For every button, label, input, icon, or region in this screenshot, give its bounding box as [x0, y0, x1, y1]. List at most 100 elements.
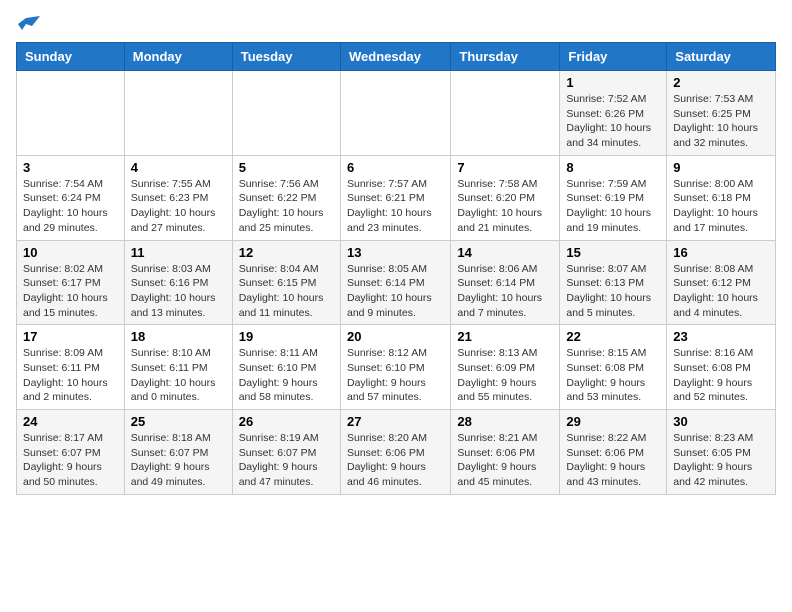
- day-number: 16: [673, 245, 769, 260]
- calendar-cell: 14 Sunrise: 8:06 AM Sunset: 6:14 PM Dayli…: [451, 240, 560, 325]
- day-info: Sunrise: 8:22 AM Sunset: 6:06 PM Dayligh…: [566, 431, 660, 490]
- calendar-week-row: 24 Sunrise: 8:17 AM Sunset: 6:07 PM Dayli…: [17, 410, 776, 495]
- calendar-dow-sunday: Sunday: [17, 43, 125, 71]
- day-info: Sunrise: 8:16 AM Sunset: 6:08 PM Dayligh…: [673, 346, 769, 405]
- day-number: 26: [239, 414, 334, 429]
- calendar-week-row: 1 Sunrise: 7:52 AM Sunset: 6:26 PM Daylig…: [17, 71, 776, 156]
- calendar-cell: 18 Sunrise: 8:10 AM Sunset: 6:11 PM Dayli…: [124, 325, 232, 410]
- day-info: Sunrise: 8:05 AM Sunset: 6:14 PM Dayligh…: [347, 262, 444, 321]
- calendar-cell: 16 Sunrise: 8:08 AM Sunset: 6:12 PM Dayli…: [667, 240, 776, 325]
- calendar-cell: 20Sunrise: 8:12 AM Sunset: 6:10 PM Dayli…: [340, 325, 450, 410]
- calendar-cell: 26 Sunrise: 8:19 AM Sunset: 6:07 PM Dayli…: [232, 410, 340, 495]
- day-info: Sunrise: 8:21 AM Sunset: 6:06 PM Dayligh…: [457, 431, 553, 490]
- day-number: 7: [457, 160, 553, 175]
- day-info: Sunrise: 8:12 AM Sunset: 6:10 PM Dayligh…: [347, 346, 444, 405]
- day-info: Sunrise: 8:10 AM Sunset: 6:11 PM Dayligh…: [131, 346, 226, 405]
- logo-bird-icon: [18, 16, 40, 34]
- day-number: 4: [131, 160, 226, 175]
- calendar-cell: 29 Sunrise: 8:22 AM Sunset: 6:06 PM Dayli…: [560, 410, 667, 495]
- calendar-week-row: 10 Sunrise: 8:02 AM Sunset: 6:17 PM Dayli…: [17, 240, 776, 325]
- calendar-cell: 5 Sunrise: 7:56 AM Sunset: 6:22 PM Daylig…: [232, 155, 340, 240]
- calendar-cell: 1 Sunrise: 7:52 AM Sunset: 6:26 PM Daylig…: [560, 71, 667, 156]
- day-number: 30: [673, 414, 769, 429]
- day-info: Sunrise: 8:18 AM Sunset: 6:07 PM Dayligh…: [131, 431, 226, 490]
- day-info: Sunrise: 8:09 AM Sunset: 6:11 PM Dayligh…: [23, 346, 118, 405]
- day-number: 17: [23, 329, 118, 344]
- calendar-cell: 12Sunrise: 8:04 AM Sunset: 6:15 PM Dayli…: [232, 240, 340, 325]
- day-info: Sunrise: 7:55 AM Sunset: 6:23 PM Dayligh…: [131, 177, 226, 236]
- day-info: Sunrise: 8:03 AM Sunset: 6:16 PM Dayligh…: [131, 262, 226, 321]
- calendar-cell: 4 Sunrise: 7:55 AM Sunset: 6:23 PM Daylig…: [124, 155, 232, 240]
- day-info: Sunrise: 7:58 AM Sunset: 6:20 PM Dayligh…: [457, 177, 553, 236]
- calendar-cell: 10 Sunrise: 8:02 AM Sunset: 6:17 PM Dayli…: [17, 240, 125, 325]
- day-info: Sunrise: 8:08 AM Sunset: 6:12 PM Dayligh…: [673, 262, 769, 321]
- day-number: 6: [347, 160, 444, 175]
- day-number: 18: [131, 329, 226, 344]
- calendar-cell: 7 Sunrise: 7:58 AM Sunset: 6:20 PM Daylig…: [451, 155, 560, 240]
- day-info: Sunrise: 8:17 AM Sunset: 6:07 PM Dayligh…: [23, 431, 118, 490]
- calendar-dow-tuesday: Tuesday: [232, 43, 340, 71]
- calendar-cell: 9Sunrise: 8:00 AM Sunset: 6:18 PM Daylig…: [667, 155, 776, 240]
- day-info: Sunrise: 8:07 AM Sunset: 6:13 PM Dayligh…: [566, 262, 660, 321]
- day-info: Sunrise: 7:53 AM Sunset: 6:25 PM Dayligh…: [673, 92, 769, 151]
- day-info: Sunrise: 7:54 AM Sunset: 6:24 PM Dayligh…: [23, 177, 118, 236]
- calendar-cell: 22 Sunrise: 8:15 AM Sunset: 6:08 PM Dayli…: [560, 325, 667, 410]
- day-number: 25: [131, 414, 226, 429]
- calendar-cell: [340, 71, 450, 156]
- calendar-cell: 27 Sunrise: 8:20 AM Sunset: 6:06 PM Dayli…: [340, 410, 450, 495]
- calendar-cell: 25 Sunrise: 8:18 AM Sunset: 6:07 PM Dayli…: [124, 410, 232, 495]
- calendar-cell: [232, 71, 340, 156]
- calendar-header-row: SundayMondayTuesdayWednesdayThursdayFrid…: [17, 43, 776, 71]
- calendar-cell: 13 Sunrise: 8:05 AM Sunset: 6:14 PM Dayli…: [340, 240, 450, 325]
- day-info: Sunrise: 8:02 AM Sunset: 6:17 PM Dayligh…: [23, 262, 118, 321]
- day-number: 12: [239, 245, 334, 260]
- calendar-cell: 17 Sunrise: 8:09 AM Sunset: 6:11 PM Dayli…: [17, 325, 125, 410]
- day-number: 13: [347, 245, 444, 260]
- day-info: Sunrise: 7:59 AM Sunset: 6:19 PM Dayligh…: [566, 177, 660, 236]
- day-info: Sunrise: 8:13 AM Sunset: 6:09 PM Dayligh…: [457, 346, 553, 405]
- day-number: 29: [566, 414, 660, 429]
- day-number: 19: [239, 329, 334, 344]
- calendar-cell: 15 Sunrise: 8:07 AM Sunset: 6:13 PM Dayli…: [560, 240, 667, 325]
- calendar-week-row: 17 Sunrise: 8:09 AM Sunset: 6:11 PM Dayli…: [17, 325, 776, 410]
- calendar-cell: [451, 71, 560, 156]
- calendar-cell: 28 Sunrise: 8:21 AM Sunset: 6:06 PM Dayli…: [451, 410, 560, 495]
- day-number: 24: [23, 414, 118, 429]
- day-number: 15: [566, 245, 660, 260]
- day-number: 28: [457, 414, 553, 429]
- calendar-cell: 30 Sunrise: 8:23 AM Sunset: 6:05 PM Dayli…: [667, 410, 776, 495]
- calendar-cell: 24 Sunrise: 8:17 AM Sunset: 6:07 PM Dayli…: [17, 410, 125, 495]
- logo: [16, 16, 42, 34]
- calendar-dow-thursday: Thursday: [451, 43, 560, 71]
- day-info: Sunrise: 7:57 AM Sunset: 6:21 PM Dayligh…: [347, 177, 444, 236]
- day-number: 5: [239, 160, 334, 175]
- day-number: 27: [347, 414, 444, 429]
- day-info: Sunrise: 8:23 AM Sunset: 6:05 PM Dayligh…: [673, 431, 769, 490]
- day-number: 10: [23, 245, 118, 260]
- day-info: Sunrise: 8:20 AM Sunset: 6:06 PM Dayligh…: [347, 431, 444, 490]
- day-number: 11: [131, 245, 226, 260]
- day-info: Sunrise: 7:52 AM Sunset: 6:26 PM Dayligh…: [566, 92, 660, 151]
- calendar-cell: [124, 71, 232, 156]
- calendar-cell: 8 Sunrise: 7:59 AM Sunset: 6:19 PM Daylig…: [560, 155, 667, 240]
- day-info: Sunrise: 8:11 AM Sunset: 6:10 PM Dayligh…: [239, 346, 334, 405]
- day-number: 14: [457, 245, 553, 260]
- calendar-cell: 3 Sunrise: 7:54 AM Sunset: 6:24 PM Daylig…: [17, 155, 125, 240]
- day-info: Sunrise: 7:56 AM Sunset: 6:22 PM Dayligh…: [239, 177, 334, 236]
- day-number: 3: [23, 160, 118, 175]
- calendar-cell: 19 Sunrise: 8:11 AM Sunset: 6:10 PM Dayli…: [232, 325, 340, 410]
- calendar-cell: 23 Sunrise: 8:16 AM Sunset: 6:08 PM Dayli…: [667, 325, 776, 410]
- day-number: 1: [566, 75, 660, 90]
- day-info: Sunrise: 8:06 AM Sunset: 6:14 PM Dayligh…: [457, 262, 553, 321]
- calendar-cell: 6 Sunrise: 7:57 AM Sunset: 6:21 PM Daylig…: [340, 155, 450, 240]
- day-info: Sunrise: 8:15 AM Sunset: 6:08 PM Dayligh…: [566, 346, 660, 405]
- day-number: 22: [566, 329, 660, 344]
- calendar-cell: 21Sunrise: 8:13 AM Sunset: 6:09 PM Dayli…: [451, 325, 560, 410]
- calendar-dow-monday: Monday: [124, 43, 232, 71]
- calendar-week-row: 3 Sunrise: 7:54 AM Sunset: 6:24 PM Daylig…: [17, 155, 776, 240]
- day-number: 23: [673, 329, 769, 344]
- calendar-cell: 11 Sunrise: 8:03 AM Sunset: 6:16 PM Dayli…: [124, 240, 232, 325]
- day-info: Sunrise: 8:19 AM Sunset: 6:07 PM Dayligh…: [239, 431, 334, 490]
- day-number: 8: [566, 160, 660, 175]
- calendar-cell: [17, 71, 125, 156]
